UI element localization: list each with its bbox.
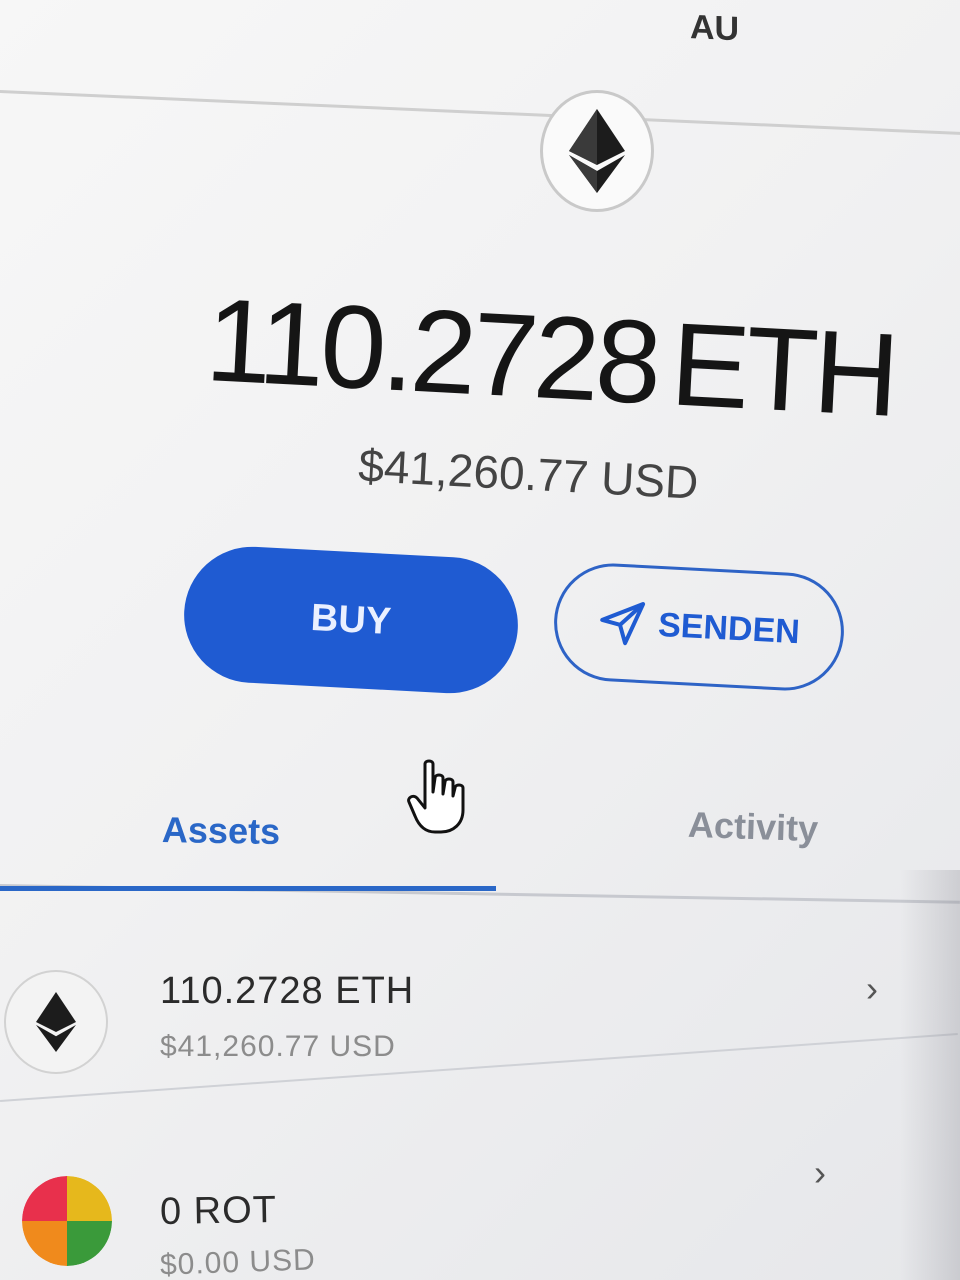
asset-amount: 0 ROT: [159, 1188, 278, 1234]
token-balance: 110.2728ETH: [203, 272, 899, 444]
header-bar: AU: [0, 0, 960, 135]
asset-fiat-value: $0.00 USD: [159, 1243, 317, 1280]
buy-button[interactable]: BUY: [180, 543, 522, 697]
hand-cursor-icon: [405, 758, 469, 841]
asset-token-icon: [4, 970, 108, 1074]
tab-activity[interactable]: Activity: [687, 804, 818, 851]
send-button[interactable]: SENDEN: [551, 560, 847, 694]
ethereum-icon: [36, 992, 76, 1052]
buy-button-label: BUY: [309, 596, 393, 643]
send-button-label: SENDEN: [657, 605, 801, 651]
asset-row-rot[interactable]: 0 ROT $0.00 USD ›: [0, 1140, 960, 1280]
balance-unit: ETH: [667, 298, 899, 442]
screen-edge-shadow: [900, 870, 960, 1280]
tab-assets[interactable]: Assets: [162, 809, 281, 853]
fiat-balance: $41,260.77 USD: [357, 438, 700, 509]
tab-active-indicator: [0, 886, 496, 891]
ethereum-icon: [569, 109, 625, 193]
wallet-screen: AU 110.2728ETH $41,260.77 USD BUY SENDEN…: [0, 0, 960, 1280]
balance-amount: 110.2728: [202, 273, 661, 430]
asset-amount: 110.2728 ETH: [160, 970, 415, 1012]
asset-row-eth[interactable]: 110.2728 ETH $41,260.77 USD ›: [0, 940, 960, 1080]
chevron-right-icon: ›: [866, 968, 878, 1009]
header-partial-text: AU: [690, 8, 740, 49]
paper-plane-icon: [600, 602, 646, 646]
asset-fiat-value: $41,260.77 USD: [160, 1030, 396, 1063]
token-logo: [540, 90, 654, 212]
rot-token-icon: [22, 1176, 112, 1266]
chevron-right-icon: ›: [814, 1152, 826, 1193]
